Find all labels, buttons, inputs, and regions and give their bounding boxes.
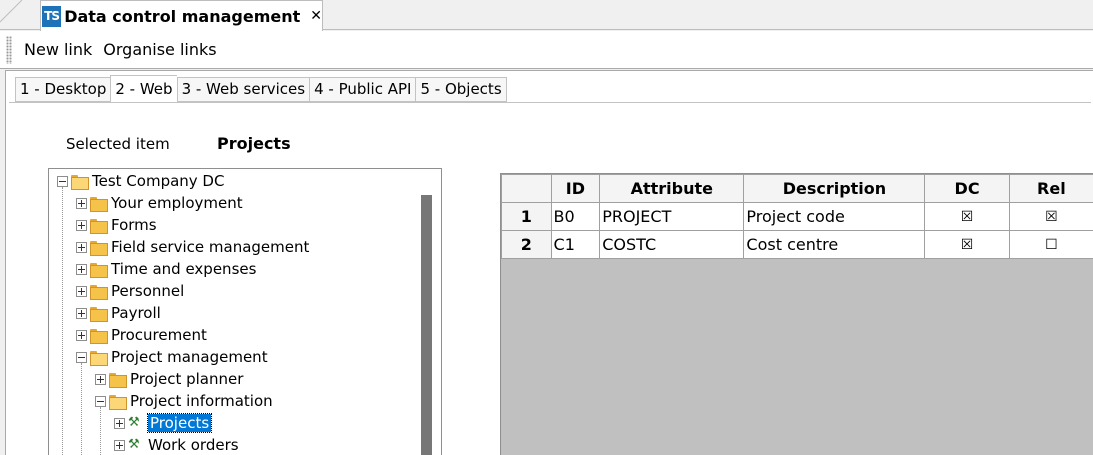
tree-label-selected: Projects (146, 413, 213, 433)
folder-open-icon (109, 394, 127, 410)
expand-icon[interactable] (76, 329, 87, 341)
cell-description[interactable]: Project code (743, 202, 926, 231)
expand-icon[interactable] (76, 285, 87, 297)
organise-links-button[interactable]: Organise links (103, 40, 216, 59)
table-row[interactable]: 1 B0 PROJECT Project code ☒ ☒ (501, 202, 1093, 231)
close-icon[interactable]: ✕ (310, 8, 322, 24)
folder-open-icon (71, 174, 89, 190)
document-tab[interactable]: TS Data control management ✕ (40, 0, 323, 31)
folder-icon (90, 328, 108, 344)
column-header-rel[interactable]: Rel (1008, 174, 1093, 203)
tab-desktop[interactable]: 1 - Desktop (15, 77, 111, 102)
tree-node-project-management[interactable]: Project management (76, 346, 268, 368)
tab-web[interactable]: 2 - Web (110, 75, 177, 102)
tree-node-field-service-management[interactable]: Field service management (76, 236, 309, 258)
tree-label: Project information (130, 392, 273, 410)
toolbar-grip-icon[interactable] (6, 35, 12, 64)
tree-node-project-planner[interactable]: Project planner (95, 368, 243, 390)
cell-attribute[interactable]: PROJECT (599, 202, 745, 231)
tree-label: Time and expenses (111, 260, 257, 278)
tree-view[interactable]: Test Company DC Your employment Forms Fi… (48, 168, 442, 455)
tab-web-services[interactable]: 3 - Web services (176, 77, 310, 102)
tree-label: Field service management (111, 238, 310, 256)
tree-node-time-and-expenses[interactable]: Time and expenses (76, 258, 256, 280)
tree-node-work-orders[interactable]: ⚒ Work orders (114, 434, 239, 455)
tab-objects[interactable]: 5 - Objects (415, 77, 507, 102)
cell-attribute[interactable]: COSTC (599, 230, 745, 259)
table-row[interactable]: 2 C1 COSTC Cost centre ☒ ☐ (501, 230, 1093, 259)
column-header-dc[interactable]: DC (924, 174, 1010, 203)
row-number[interactable]: 1 (501, 202, 552, 231)
cell-id[interactable]: C1 (550, 230, 601, 259)
tree-label: Procurement (111, 326, 207, 344)
column-header-attribute[interactable]: Attribute (599, 174, 745, 203)
expand-icon[interactable] (95, 373, 106, 385)
selected-item-value: Projects (217, 134, 291, 153)
rel-checkbox[interactable]: ☐ (1008, 230, 1093, 259)
folder-icon (90, 284, 108, 300)
tree-label: Personnel (111, 282, 185, 300)
tree-node-forms[interactable]: Forms (76, 214, 157, 236)
corner-header (501, 174, 552, 203)
section-tabs: 1 - Desktop 2 - Web 3 - Web services 4 -… (15, 75, 507, 103)
dc-checkbox[interactable]: ☒ (924, 202, 1010, 231)
row-number[interactable]: 2 (501, 230, 552, 259)
cell-description[interactable]: Cost centre (743, 230, 926, 259)
document-tab-title: Data control management (64, 6, 301, 26)
folder-icon (90, 218, 108, 234)
selected-item-label: Selected item (66, 135, 170, 153)
tabs-divider (9, 102, 1091, 103)
folder-icon (90, 306, 108, 322)
tree-label: Your employment (111, 194, 243, 212)
expand-icon[interactable] (76, 197, 87, 209)
folder-icon (90, 196, 108, 212)
expand-icon[interactable] (114, 439, 125, 451)
expand-icon[interactable] (76, 307, 87, 319)
collapse-icon[interactable] (57, 175, 68, 187)
ts-logo-icon: TS (42, 5, 62, 27)
tree-node-root[interactable]: Test Company DC (57, 170, 224, 192)
toolbar: New link Organise links (0, 31, 1093, 69)
tree-label: Project planner (130, 370, 244, 388)
rel-checkbox[interactable]: ☒ (1008, 202, 1093, 231)
tree-scrollbar[interactable] (421, 195, 432, 455)
tree-label: Forms (111, 216, 157, 234)
tree-label: Project management (111, 348, 268, 366)
collapse-icon[interactable] (76, 351, 87, 363)
tree-node-personnel[interactable]: Personnel (76, 280, 184, 302)
folder-open-icon (90, 350, 108, 366)
tab-public-api[interactable]: 4 - Public API (309, 77, 416, 102)
attribute-table: ID Attribute Description DC Rel 1 B0 PRO… (501, 174, 1093, 259)
collapse-icon[interactable] (95, 395, 106, 407)
new-link-button[interactable]: New link (24, 40, 92, 59)
expand-icon[interactable] (114, 417, 125, 429)
expand-icon[interactable] (76, 219, 87, 231)
column-header-id[interactable]: ID (550, 174, 601, 203)
tree-label: Test Company DC (92, 172, 225, 190)
column-header-description[interactable]: Description (743, 174, 926, 203)
tree-node-projects[interactable]: ⚒ Projects (114, 412, 213, 434)
tree-node-project-information[interactable]: Project information (95, 390, 273, 412)
document-tab-strip: TS Data control management ✕ (0, 0, 1093, 31)
tab-strip-decoration (0, 0, 23, 23)
expand-icon[interactable] (76, 263, 87, 275)
tree-label: Work orders (148, 436, 239, 454)
cell-id[interactable]: B0 (550, 202, 601, 231)
tree-label: Payroll (111, 304, 161, 322)
table-header-row: ID Attribute Description DC Rel (501, 174, 1093, 203)
folder-icon (90, 262, 108, 278)
dc-checkbox[interactable]: ☒ (924, 230, 1010, 259)
tree-node-your-employment[interactable]: Your employment (76, 192, 243, 214)
tree-node-procurement[interactable]: Procurement (76, 324, 207, 346)
expand-icon[interactable] (76, 241, 87, 253)
tools-icon: ⚒ (128, 437, 140, 452)
main-panel: 1 - Desktop 2 - Web 3 - Web services 4 -… (5, 70, 1093, 455)
folder-icon (109, 372, 127, 388)
tree-node-payroll[interactable]: Payroll (76, 302, 161, 324)
folder-icon (90, 240, 108, 256)
tools-icon: ⚒ (128, 415, 140, 430)
attribute-grid: ID Attribute Description DC Rel 1 B0 PRO… (500, 173, 1093, 455)
